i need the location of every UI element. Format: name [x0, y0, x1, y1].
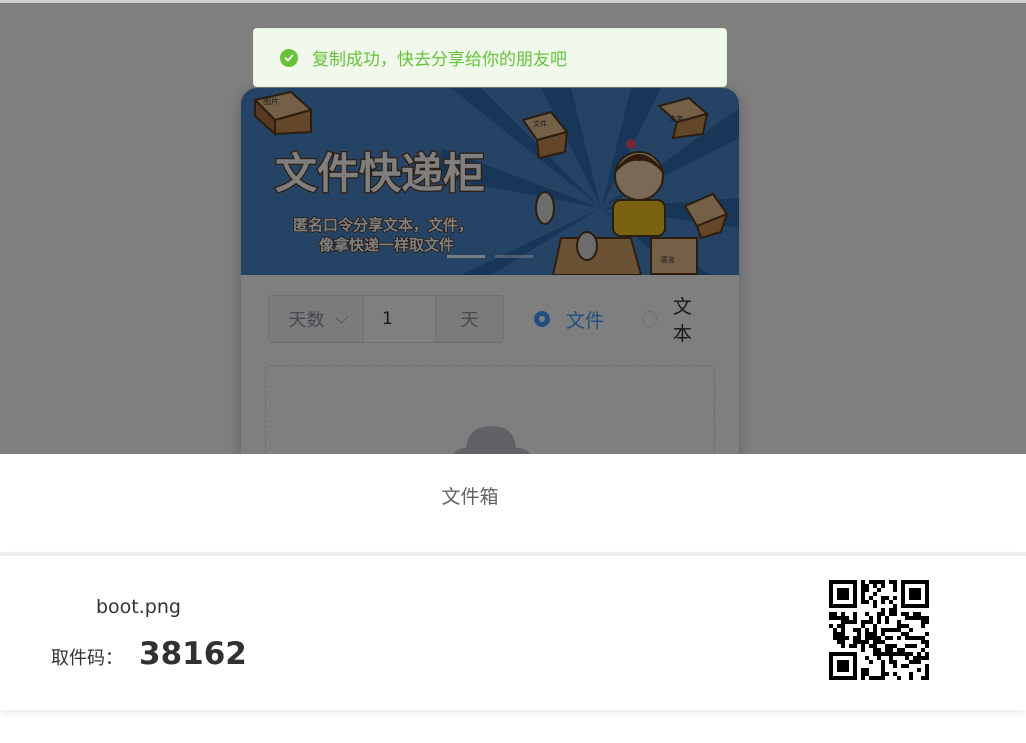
- pickup-code-label: 取件码：: [51, 648, 123, 669]
- success-toast: 复制成功，快去分享给你的朋友吧: [253, 28, 727, 87]
- file-box-drawer: 文件箱 boot.png 取件码： 38162: [0, 454, 1026, 743]
- drawer-title: 文件箱: [441, 486, 499, 508]
- check-circle-icon: [280, 48, 298, 67]
- pickup-code-row: 取件码： 38162: [51, 636, 247, 672]
- file-name: boot.png: [96, 596, 181, 618]
- qr-code-icon: [829, 580, 929, 680]
- file-card[interactable]: boot.png 取件码： 38162: [0, 556, 1026, 710]
- toast-message: 复制成功，快去分享给你的朋友吧: [312, 50, 567, 70]
- pickup-code[interactable]: 38162: [139, 636, 247, 672]
